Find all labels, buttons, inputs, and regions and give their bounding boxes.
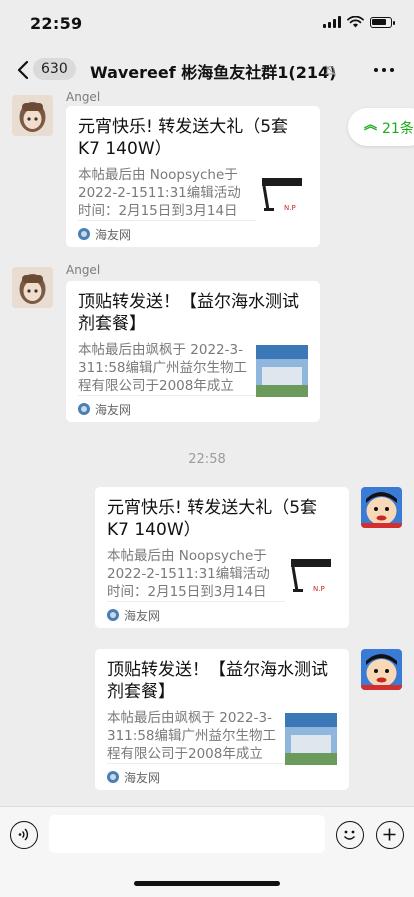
more-icon[interactable] [374,68,394,72]
source-logo-icon [107,771,119,783]
lamp-thumbnail-icon: N.P [256,170,308,222]
building-thumbnail-icon [256,345,308,397]
link-card[interactable]: 顶贴转发送！【益尔海水测试剂套餐】 本帖最后由飒枫于 2022-3-311:58… [95,649,349,790]
card-description: 本帖最后由 Noopsyche于 2022-2-1511:31编辑活动时间：2月… [78,167,241,219]
source-logo-icon [107,609,119,621]
my-avatar[interactable] [361,649,402,690]
lamp-thumbnail-icon: N.P [285,551,337,603]
svg-text:N.P: N.P [284,204,296,212]
battery-icon [370,16,395,28]
sender-name: Angel [66,90,101,104]
status-bar: 22:59 [0,0,414,48]
mute-bell-icon [324,65,337,76]
source-logo-icon [78,228,90,240]
link-card[interactable]: 元宵快乐! 转发送大礼（5套K7 140W） 本帖最后由 Noopsyche于 … [95,487,349,628]
message-input[interactable] [49,815,325,853]
home-indicator [134,881,280,886]
chat-title[interactable]: Wavereef 彬海鱼友社群1(214) [90,59,336,83]
voice-input-button[interactable] [10,821,38,849]
avatar[interactable] [12,95,53,136]
more-actions-button[interactable] [376,821,404,849]
voice-icon [18,828,29,841]
card-title: 元宵快乐! 转发送大礼（5套K7 140W） [78,117,289,159]
link-card[interactable]: 元宵快乐! 转发送大礼（5套K7 140W） 本帖最后由 Noopsyche于 … [66,106,320,247]
message-timestamp: 22:58 [188,452,226,467]
card-description: 本帖最后由飒枫于 2022-3-311:58编辑广州益尔生物工程有限公司于200… [78,342,247,394]
sender-name: Angel [66,263,101,277]
avatar[interactable] [12,267,53,308]
source-logo-icon [78,403,90,415]
signal-icon [323,16,341,28]
link-card[interactable]: 顶贴转发送！【益尔海水测试剂套餐】 本帖最后由飒枫于 2022-3-311:58… [66,281,320,422]
unread-count-badge[interactable]: 630 [33,58,76,80]
back-icon[interactable] [14,58,34,82]
plus-icon [383,828,396,841]
building-thumbnail-icon [285,713,337,765]
unread-jump-button[interactable]: ︽ 21条 [348,108,414,146]
status-icons [323,16,395,28]
card-title: 顶贴转发送！【益尔海水测试剂套餐】 [107,660,328,702]
card-description: 本帖最后由飒枫于 2022-3-311:58编辑广州益尔生物工程有限公司于200… [107,710,276,762]
emoji-button[interactable] [336,821,364,849]
chat-header: 630 Wavereef 彬海鱼友社群1(214) [0,48,414,92]
card-title: 顶贴转发送！【益尔海水测试剂套餐】 [78,292,299,334]
double-chevron-up-icon: ︽ [364,118,378,133]
unread-jump-label: 21条 [382,121,414,137]
wifi-icon [347,16,364,28]
emoji-icon [344,830,355,840]
svg-text:N.P: N.P [313,585,325,593]
my-avatar[interactable] [361,487,402,528]
card-description: 本帖最后由 Noopsyche于 2022-2-1511:31编辑活动时间：2月… [107,548,270,600]
status-time: 22:59 [30,14,83,33]
card-title: 元宵快乐! 转发送大礼（5套K7 140W） [107,498,318,540]
